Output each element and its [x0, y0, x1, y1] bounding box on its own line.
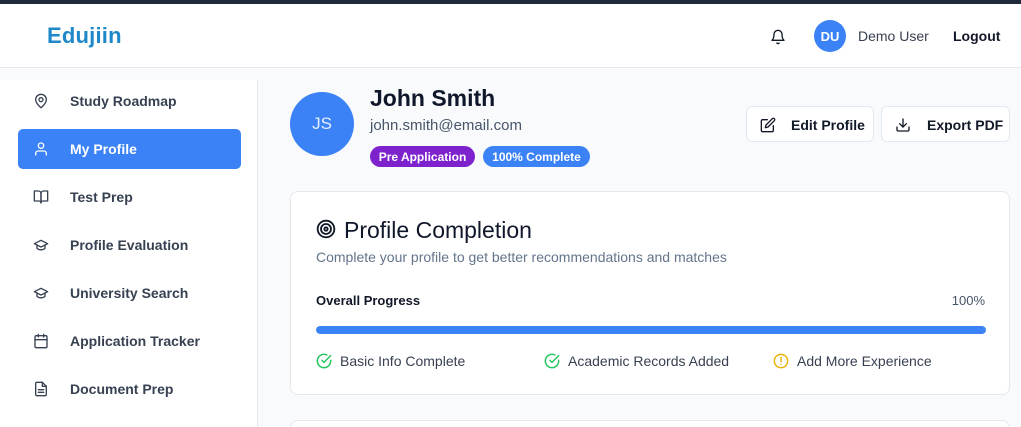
logout-button[interactable]: Logout	[953, 28, 1000, 44]
progress-bar	[316, 326, 986, 334]
user-name: Demo User	[858, 28, 929, 44]
checklist-label: Academic Records Added	[568, 353, 730, 369]
sidebar-item-application-tracker[interactable]: Application Tracker	[18, 321, 241, 361]
progress-value: 100%	[951, 293, 985, 308]
next-section-card	[290, 420, 1010, 427]
sidebar-item-profile-evaluation[interactable]: Profile Evaluation	[18, 225, 241, 265]
top-header: Edujiin DU Demo User Logout	[0, 4, 1021, 68]
user-icon	[33, 141, 49, 157]
progress-label: Overall Progress	[316, 293, 421, 308]
check-circle-icon	[544, 353, 560, 369]
profile-avatar: JS	[290, 92, 354, 156]
target-icon	[316, 219, 336, 239]
file-text-icon	[33, 381, 49, 397]
notification-bell-icon[interactable]	[769, 27, 787, 47]
profile-completion-card: Profile Completion Complete your profile…	[290, 191, 1010, 395]
sidebar-item-label: Study Roadmap	[70, 93, 177, 109]
sidebar-item-study-roadmap[interactable]: Study Roadmap	[18, 81, 241, 121]
profile-email: john.smith@email.com	[370, 117, 522, 134]
export-pdf-label: Export PDF	[927, 117, 1004, 133]
sidebar-item-label: Document Prep	[70, 381, 174, 397]
edit-profile-button[interactable]: Edit Profile	[746, 106, 874, 142]
calendar-icon	[33, 333, 49, 349]
edit-profile-label: Edit Profile	[791, 117, 865, 133]
user-avatar[interactable]: DU	[814, 20, 846, 52]
card-subtitle: Complete your profile to get better reco…	[316, 249, 727, 265]
sidebar: Study Roadmap My Profile Test Prep Profi…	[0, 80, 258, 427]
check-circle-icon	[316, 353, 332, 369]
sidebar-item-label: Application Tracker	[70, 333, 200, 349]
sidebar-item-label: Test Prep	[70, 189, 133, 205]
export-pdf-button[interactable]: Export PDF	[881, 106, 1010, 142]
map-pin-icon	[33, 93, 49, 109]
sidebar-item-test-prep[interactable]: Test Prep	[18, 177, 241, 217]
checklist-label: Add More Experience	[797, 353, 932, 369]
book-open-icon	[33, 189, 49, 205]
status-badge-stage: Pre Application	[370, 146, 475, 167]
card-title: Profile Completion	[344, 217, 532, 243]
sidebar-item-label: My Profile	[70, 141, 137, 157]
edit-icon	[760, 117, 776, 133]
progress-bar-fill	[316, 326, 986, 334]
brand-logo[interactable]: Edujiin	[47, 23, 122, 49]
checklist-label: Basic Info Complete	[340, 353, 466, 369]
profile-name: John Smith	[370, 85, 496, 111]
status-badge-completion: 100% Complete	[483, 146, 590, 167]
download-icon	[895, 117, 911, 133]
graduation-cap-icon	[33, 237, 49, 253]
graduation-cap-icon	[33, 285, 49, 301]
alert-circle-icon	[773, 353, 789, 369]
sidebar-item-label: University Search	[70, 285, 189, 301]
sidebar-item-my-profile[interactable]: My Profile	[18, 129, 241, 169]
sidebar-item-university-search[interactable]: University Search	[18, 273, 241, 313]
sidebar-item-document-prep[interactable]: Document Prep	[18, 369, 241, 409]
sidebar-item-label: Profile Evaluation	[70, 237, 189, 253]
